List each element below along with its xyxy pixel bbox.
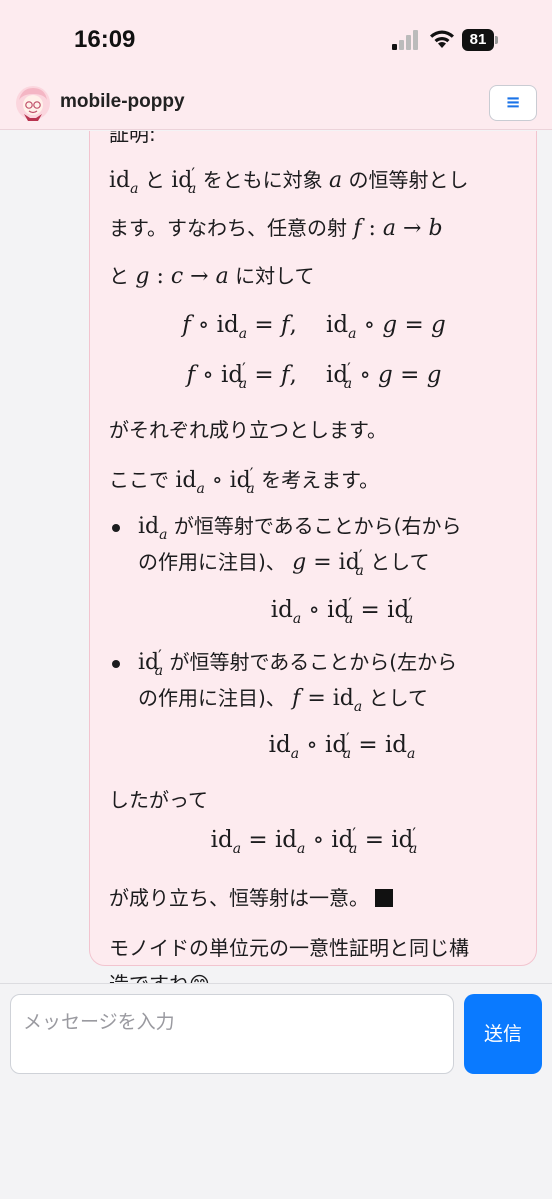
app-title: mobile-poppy — [60, 91, 185, 112]
text-line: と g : c → a に対して — [109, 264, 315, 289]
wifi-icon — [430, 30, 454, 48]
chat-log[interactable]: 証明: ida と id′a をともに対象 a の恒等射とし ます。すなわち、任… — [0, 131, 552, 983]
send-button[interactable]: 送信 — [464, 994, 542, 1074]
math-inline: f : a → b — [353, 216, 443, 241]
app-header: mobile-poppy ≡ — [0, 78, 552, 130]
text-line: ます。すなわち、任意の射 f : a → b — [109, 216, 443, 241]
battery-level: 81 — [462, 29, 494, 51]
math-inline: ida — [109, 168, 139, 197]
list-item: ida が恒等射であることから(右から — [138, 514, 462, 543]
message-input[interactable]: メッセージを入力 — [10, 994, 454, 1074]
hamburger-icon: ≡ — [505, 92, 521, 113]
qed-square-icon — [375, 889, 393, 907]
list-item: の作用に注目)、 g = id′a として — [138, 546, 430, 579]
list-item: id′a が恒等射であることから(左から — [138, 646, 458, 679]
cellular-signal-icon — [392, 30, 418, 50]
avatar — [16, 86, 50, 121]
status-bar: 16:09 81 — [0, 0, 552, 78]
display-equation: f ∘ id′a = f, id′a ∘ g = g — [186, 359, 442, 392]
assistant-message-bubble: 証明: ida と id′a をともに対象 a の恒等射とし ます。すなわち、任… — [89, 131, 537, 983]
list-item: の作用に注目)、 f = ida として — [138, 686, 428, 715]
display-equation: ida ∘ id′a = ida — [268, 729, 416, 762]
status-time: 16:09 — [74, 26, 136, 53]
text-line: ここで ida ∘ id′a を考えます。 — [109, 464, 380, 497]
text-line: がそれぞれ成り立つとします。 — [109, 418, 387, 442]
text-line: が成り立ち、恒等射は一意。 — [109, 882, 393, 911]
bullet-icon — [112, 660, 120, 668]
math-inline: id′a — [171, 164, 197, 197]
math-inline: g : c → a — [135, 264, 229, 289]
bullet-icon — [112, 524, 120, 532]
composer: メッセージを入力 送信 — [0, 983, 552, 1199]
proof-heading: 証明: — [109, 131, 156, 146]
text-line: 造ですね😊 — [109, 968, 210, 983]
menu-button[interactable]: ≡ — [489, 85, 537, 121]
display-equation: ida = ida ∘ id′a = id′a — [210, 824, 418, 857]
text-line: したがって — [109, 788, 208, 812]
math-inline: ida ∘ id′a — [175, 464, 255, 497]
battery-icon: 81 — [462, 29, 498, 51]
text-line: ida と id′a をともに対象 a の恒等射とし — [109, 164, 469, 197]
display-equation: f ∘ ida = f, ida ∘ g = g — [182, 312, 446, 342]
text-line: モノイドの単位元の一意性証明と同じ構 — [109, 936, 469, 960]
display-equation: ida ∘ id′a = id′a — [270, 594, 414, 627]
message-input-placeholder: メッセージを入力 — [23, 1011, 175, 1033]
